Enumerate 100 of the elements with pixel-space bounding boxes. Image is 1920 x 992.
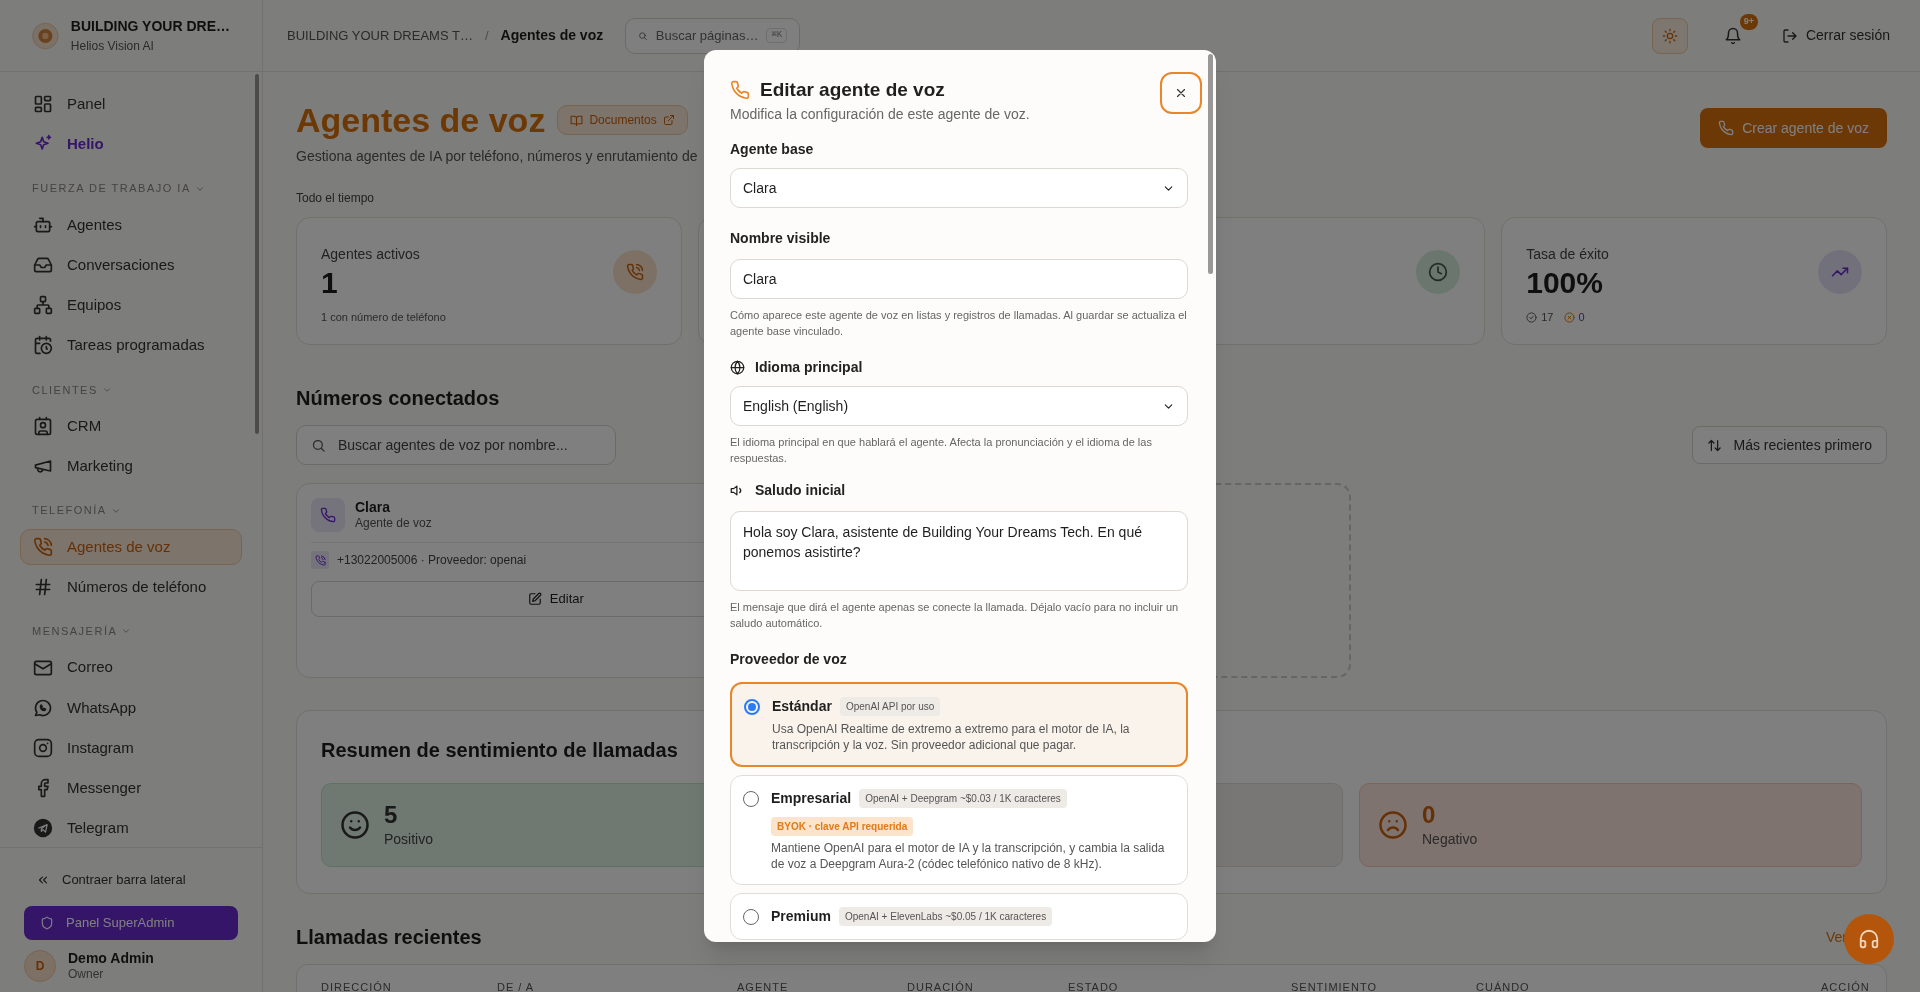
agent-role: Agente de voz <box>355 516 432 532</box>
sidebar-item[interactable]: Números de teléfono <box>20 569 242 606</box>
docs-link[interactable]: Documentos <box>557 105 688 135</box>
superadmin-button[interactable]: Panel SuperAdmin <box>24 905 238 940</box>
chat-bubble-icon <box>33 697 53 718</box>
create-agent-button[interactable]: Crear agente de voz <box>1700 108 1887 148</box>
column-header: ACCIÓN <box>1821 980 1870 992</box>
failure-count: 0 <box>1578 310 1585 325</box>
sentiment-label: Positivo <box>384 829 434 849</box>
sidebar-item[interactable]: Messenger <box>20 770 242 807</box>
stat-value: 100% <box>1526 265 1604 301</box>
option-description: Mantiene OpenAI para el motor de IA y la transcripción, y cambia la salida de voz a Deepgram Aura-2 (códec telefónico nativo de 8 kHz). <box>771 840 1166 872</box>
section-title: Llamadas recientes <box>296 925 482 950</box>
select-field[interactable]: English (English) <box>730 386 1188 426</box>
field-value: Hola soy Clara, asistente de Building Your Dreams Tech. En qué ponemos asistirte? <box>743 523 1143 562</box>
logout-icon <box>1781 27 1798 44</box>
avatar[interactable]: D <box>24 949 56 982</box>
field-label: Saludo inicial <box>755 481 846 500</box>
success-count: 17 <box>1541 310 1554 325</box>
collapse-sidebar-button[interactable]: Contraer barra lateral <box>24 863 238 896</box>
select-value: English (English) <box>743 396 849 416</box>
frown-icon <box>1378 810 1408 840</box>
column-header: DURACIÓN <box>907 980 975 992</box>
option-title: Premium <box>771 907 831 926</box>
phone-icon <box>33 536 53 557</box>
sentiment-label: Negativo <box>1422 829 1478 849</box>
contact-card-icon <box>33 416 53 437</box>
paper-plane-icon <box>33 818 53 839</box>
page-subtitle: Gestiona agentes de IA por teléfono, números y enrutamiento de <box>296 147 698 166</box>
column-header: ESTADO <box>1068 980 1120 992</box>
sidebar-item[interactable]: Panel <box>20 86 242 123</box>
price-tag: OpenAI + Deepgram ~$0.03 / 1K caracteres <box>859 789 1067 808</box>
inbox-icon <box>33 255 53 276</box>
theme-toggle[interactable] <box>1651 17 1688 54</box>
select-field[interactable]: Clara <box>730 168 1188 208</box>
provider-option[interactable]: Premium OpenAI + ElevenLabs ~$0.05 / 1K caracteres <box>730 893 1188 940</box>
support-button[interactable] <box>1844 914 1894 964</box>
search-icon <box>311 437 326 453</box>
column-header: AGENTE <box>737 980 790 992</box>
section-label: FUERZA DE TRABAJO IA <box>32 181 191 197</box>
field-label: Proveedor de voz <box>730 650 847 669</box>
section-title: Resumen de sentimiento de llamadas <box>321 738 678 763</box>
sidebar-item[interactable]: Correo <box>20 649 242 686</box>
radio-button[interactable] <box>744 699 760 715</box>
field-value: Clara <box>743 269 777 289</box>
close-icon <box>1174 86 1188 100</box>
agent-search-field[interactable]: Buscar agentes de voz por nombre... <box>296 425 616 465</box>
greeting-textarea[interactable]: Hola soy Clara, asistente de Building Your Dreams Tech. En qué ponemos asistirte? <box>730 511 1188 591</box>
calendar-icon <box>33 335 53 356</box>
close-button[interactable] <box>1160 72 1202 114</box>
user-role: Owner <box>68 967 105 982</box>
phone-icon <box>730 80 750 101</box>
sort-arrows-icon <box>1706 437 1722 453</box>
phone-icon <box>314 554 326 566</box>
org-subtitle: Helios Vision AI <box>70 38 155 55</box>
provider-option[interactable]: Estándar OpenAI API por uso Usa OpenAI Realtime de extremo a extremo para el motor de IA, la transcripción y la voz. Sin proveedor adicional que pagar. <box>730 682 1188 767</box>
column-header: DIRECCIÓN <box>321 980 393 992</box>
sidebar-item[interactable]: CRM <box>20 408 242 445</box>
sidebar-item[interactable]: Conversaciones <box>20 247 242 284</box>
hash-icon <box>33 577 53 598</box>
hierarchy-icon <box>33 295 53 316</box>
sidebar-item[interactable]: Tareas programadas <box>20 327 242 364</box>
byok-tag: BYOK · clave API requerida <box>771 817 914 836</box>
edit-icon <box>527 592 542 606</box>
bell-icon <box>1723 26 1742 45</box>
phone-icon <box>625 263 644 281</box>
sidebar-item[interactable]: Agentes <box>20 206 242 243</box>
sidebar-item[interactable]: Helio <box>20 126 242 163</box>
breadcrumb-link[interactable]: BUILDING YOUR DREAMS T… <box>287 25 473 46</box>
select-value: Clara <box>743 178 777 198</box>
sidebar-item[interactable]: WhatsApp <box>20 689 242 726</box>
sidebar-item[interactable]: Telegram <box>20 810 242 847</box>
dialog-subtitle: Modifica la configuración de este agente de voz. <box>730 105 1031 124</box>
sort-button[interactable]: Más recientes primero <box>1691 426 1887 464</box>
sidebar-item[interactable]: Marketing <box>20 448 242 485</box>
sidebar-item[interactable]: Agentes de voz <box>20 528 242 565</box>
column-header: DE / A <box>497 980 536 992</box>
sidebar-item[interactable]: Instagram <box>20 730 242 767</box>
help-text: Cómo aparece este agente de voz en listas y registros de llamadas. Al guardar se actualiza el agente base vinculado. <box>730 308 1188 339</box>
breadcrumb-current: Agentes de voz <box>500 26 604 45</box>
sentiment-count: 0 <box>1422 800 1437 829</box>
notification-badge: 9+ <box>1739 13 1758 30</box>
phone-icon <box>320 507 336 523</box>
field-label: Agente base <box>730 140 814 159</box>
stat-label: Tasa de éxito <box>1526 245 1609 264</box>
see-all-link[interactable]: Ver <box>1826 926 1847 948</box>
provider-option[interactable] <box>730 775 1188 885</box>
x-circle-icon <box>1563 311 1575 323</box>
column-header: CUÁNDO <box>1476 980 1531 992</box>
sidebar-item[interactable]: Equipos <box>20 287 242 324</box>
org-name: BUILDING YOUR DRE… <box>70 17 230 36</box>
price-tag: OpenAI + ElevenLabs ~$0.05 / 1K caracteres <box>838 907 1053 926</box>
help-text: El idioma principal en que hablará el agente. Afecta la pronunciación y el idioma de las respuestas. <box>730 435 1153 466</box>
option-title: Empresarial <box>771 789 852 808</box>
logout-button[interactable]: Cerrar sesión <box>1781 25 1890 46</box>
field-label: Idioma principal <box>755 358 863 377</box>
name-field[interactable]: Clara <box>730 259 1188 299</box>
check-circle-icon <box>1526 311 1538 323</box>
option-title: Estándar <box>772 697 832 716</box>
shield-icon <box>40 915 54 930</box>
